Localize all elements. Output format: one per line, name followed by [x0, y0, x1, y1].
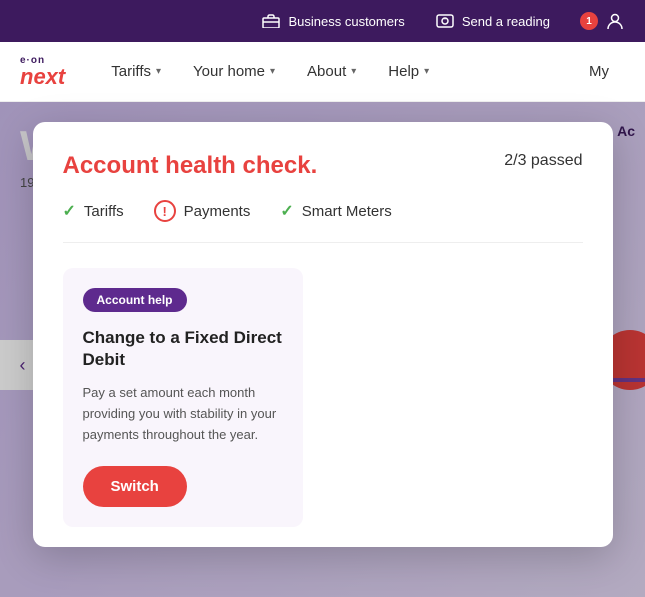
- smart-meters-check-label: Smart Meters: [302, 203, 392, 220]
- nav-help-label: Help: [388, 63, 419, 80]
- nav-my[interactable]: My: [573, 42, 625, 102]
- tariffs-check-icon: ✓: [63, 201, 76, 221]
- check-smart-meters: ✓ Smart Meters: [280, 200, 391, 222]
- nav-tariffs[interactable]: Tariffs ▾: [95, 42, 177, 102]
- top-bar: Business customers Send a reading 1: [0, 0, 645, 42]
- card-description: Pay a set amount each month providing yo…: [83, 383, 283, 445]
- tariffs-check-label: Tariffs: [84, 203, 124, 220]
- card-area: Account help Change to a Fixed Direct De…: [63, 268, 583, 527]
- modal-overlay: Account health check. 2/3 passed ✓ Tarif…: [0, 102, 645, 597]
- business-customers-link[interactable]: Business customers: [261, 11, 404, 31]
- your-home-chevron-icon: ▾: [270, 66, 275, 77]
- send-reading-link[interactable]: Send a reading: [435, 11, 550, 31]
- business-icon: [261, 11, 281, 31]
- nav-about[interactable]: About ▾: [291, 42, 372, 102]
- nav-items: Tariffs ▾ Your home ▾ About ▾ Help ▾ My: [95, 42, 625, 102]
- meter-icon: [435, 11, 455, 31]
- send-reading-label: Send a reading: [462, 14, 550, 29]
- business-customers-label: Business customers: [288, 14, 404, 29]
- account-help-card: Account help Change to a Fixed Direct De…: [63, 268, 303, 527]
- nav-help[interactable]: Help ▾: [372, 42, 445, 102]
- payments-check-label: Payments: [184, 203, 251, 220]
- modal-passed: 2/3 passed: [504, 152, 582, 170]
- main-nav: e·on next Tariffs ▾ Your home ▾ About ▾ …: [0, 42, 645, 102]
- nav-tariffs-label: Tariffs: [111, 63, 151, 80]
- help-chevron-icon: ▾: [424, 66, 429, 77]
- logo[interactable]: e·on next: [20, 56, 65, 88]
- notifications-link[interactable]: 1: [580, 11, 625, 31]
- card-title: Change to a Fixed Direct Debit: [83, 327, 283, 371]
- check-tariffs: ✓ Tariffs: [63, 200, 124, 222]
- check-payments: ! Payments: [154, 200, 251, 222]
- payments-warn-icon: !: [154, 200, 176, 222]
- account-health-modal: Account health check. 2/3 passed ✓ Tarif…: [33, 122, 613, 547]
- nav-about-label: About: [307, 63, 346, 80]
- switch-button[interactable]: Switch: [83, 466, 187, 507]
- nav-your-home-label: Your home: [193, 63, 265, 80]
- nav-my-label: My: [589, 63, 609, 80]
- next-text: next: [20, 66, 65, 88]
- smart-meters-check-icon: ✓: [280, 201, 293, 221]
- card-badge: Account help: [83, 288, 187, 312]
- check-items: ✓ Tariffs ! Payments ✓ Smart Meters: [63, 200, 583, 243]
- modal-title: Account health check.: [63, 152, 318, 180]
- account-icon: [605, 11, 625, 31]
- notification-badge: 1: [580, 12, 598, 30]
- about-chevron-icon: ▾: [351, 66, 356, 77]
- tariffs-chevron-icon: ▾: [156, 66, 161, 77]
- modal-header: Account health check. 2/3 passed: [63, 152, 583, 180]
- nav-your-home[interactable]: Your home ▾: [177, 42, 291, 102]
